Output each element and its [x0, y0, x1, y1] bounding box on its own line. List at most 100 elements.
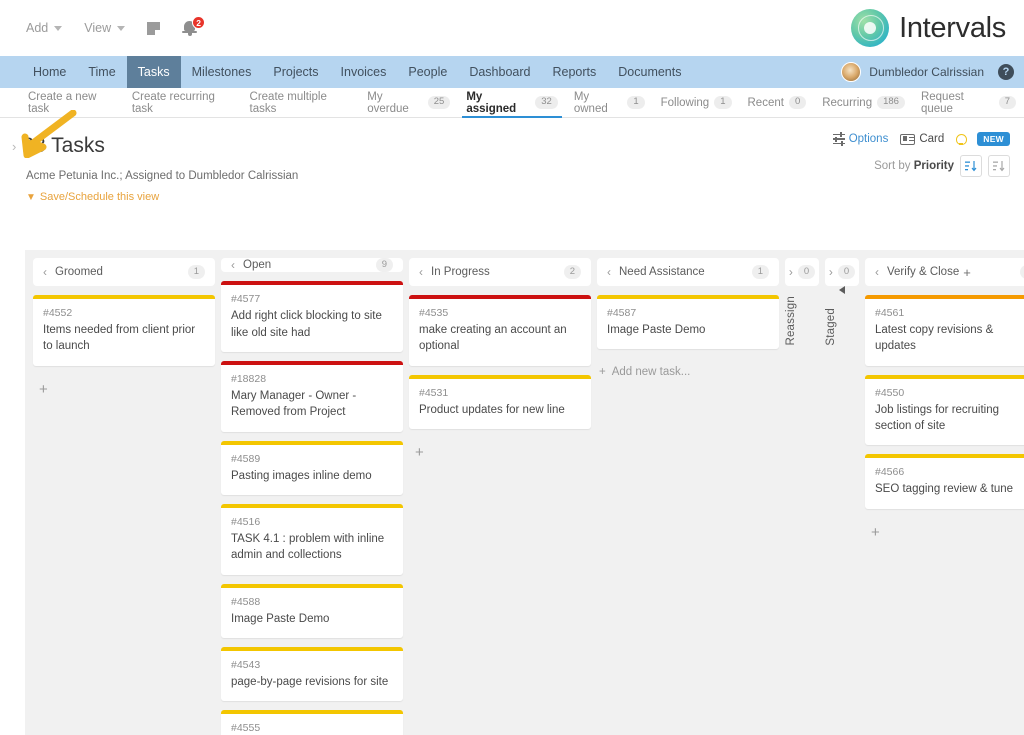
- task-title: Product updates for new line: [419, 403, 565, 416]
- task-card[interactable]: #4587 Image Paste Demo: [597, 295, 779, 350]
- expand-chevron-icon[interactable]: ›: [12, 139, 16, 154]
- save-schedule-view-link[interactable]: ▼ Save/Schedule this view: [26, 191, 1024, 203]
- column-header-reassign[interactable]: › 0: [785, 258, 819, 286]
- sort-ascending-button[interactable]: [960, 155, 982, 177]
- task-subnavigation: Create a new task Create recurring task …: [0, 88, 1024, 118]
- task-title: Job listings for recruiting section of s…: [875, 403, 999, 432]
- options-button[interactable]: Options: [832, 132, 888, 146]
- task-card[interactable]: #4555CB beta launch items: [221, 710, 403, 735]
- column-header-in-progress[interactable]: ‹ In Progress 2: [409, 258, 591, 286]
- nav-item-tasks[interactable]: Tasks: [126, 56, 181, 88]
- help-icon[interactable]: ?: [998, 64, 1014, 80]
- column-name: Verify & Close: [887, 266, 960, 278]
- notes-button[interactable]: [147, 21, 161, 35]
- avatar: [841, 62, 862, 82]
- nav-item-reports[interactable]: Reports: [541, 56, 607, 88]
- subnav-create-recurring-task[interactable]: Create recurring task: [124, 88, 242, 117]
- subnav-following[interactable]: Following 1: [653, 88, 740, 117]
- nav-item-milestones[interactable]: Milestones: [181, 56, 263, 88]
- chevron-left-icon[interactable]: ‹: [231, 258, 235, 272]
- app-logo[interactable]: Intervals: [851, 9, 1006, 47]
- subnav-recurring[interactable]: Recurring 186: [814, 88, 913, 117]
- task-card[interactable]: #4535 make creating an account an optiona…: [409, 295, 591, 366]
- column-header-need-assistance[interactable]: ‹ Need Assistance 1: [597, 258, 779, 286]
- subnav-count: 0: [788, 95, 807, 110]
- subnav-request-queue[interactable]: Request queue 7: [913, 88, 1024, 117]
- page-heading-section: › 23 Tasks Acme Petunia Inc.; Assigned t…: [0, 110, 1024, 203]
- column-header-open[interactable]: ‹ Open 9: [221, 258, 403, 273]
- subnav-recent[interactable]: Recent 0: [740, 88, 815, 117]
- lightbulb-icon[interactable]: [956, 133, 968, 145]
- subnav-count: 1: [714, 95, 732, 110]
- subnav-my-assigned[interactable]: My assigned 32: [458, 88, 566, 118]
- note-icon: [147, 21, 161, 35]
- task-card[interactable]: #18828 Mary Manager - Owner - Removed fro…: [221, 361, 403, 432]
- column-cards: #4552 Items needed from client prior to l…: [33, 286, 215, 398]
- task-card[interactable]: #4589 Pasting images inline demo: [221, 440, 403, 496]
- sort-descending-button[interactable]: [988, 155, 1010, 177]
- nav-item-time[interactable]: Time: [77, 56, 126, 88]
- nav-item-people[interactable]: People: [397, 56, 458, 88]
- add-column-icon[interactable]: +: [963, 265, 971, 280]
- board-column-reassign: › 0 Reassign: [785, 258, 819, 735]
- add-task-plus-button[interactable]: +: [865, 518, 1024, 541]
- new-badge: NEW: [977, 132, 1010, 146]
- task-card[interactable]: #4566 SEO tagging review & tune: [865, 454, 1024, 509]
- add-task-plus-button[interactable]: +: [33, 375, 215, 398]
- subnav-label: Create a new task: [28, 90, 97, 115]
- chevron-left-icon[interactable]: ‹: [875, 265, 879, 279]
- add-new-task-button[interactable]: + Add new task...: [597, 358, 779, 378]
- nav-item-projects[interactable]: Projects: [262, 56, 329, 88]
- subnav-count: 1: [627, 95, 645, 110]
- nav-item-documents[interactable]: Documents: [607, 56, 692, 88]
- user-menu[interactable]: Dumbledor Calrissian ?: [841, 56, 1014, 88]
- column-header-staged[interactable]: › 0: [825, 258, 859, 286]
- subnav-create-multiple-tasks[interactable]: Create multiple tasks: [242, 88, 360, 117]
- subnav-create-a-new-task[interactable]: Create a new task: [20, 88, 124, 117]
- column-header-groomed[interactable]: ‹ Groomed 1: [33, 258, 215, 286]
- collapsed-column-label: Reassign: [785, 296, 797, 346]
- subnav-label: My owned: [573, 90, 608, 115]
- task-card[interactable]: #4552 Items needed from client prior to l…: [33, 295, 215, 366]
- task-card[interactable]: #4516 TASK 4.1 : problem with inline admi…: [221, 504, 403, 575]
- chevron-left-icon[interactable]: ‹: [419, 265, 423, 279]
- chevron-right-icon[interactable]: ›: [789, 265, 793, 279]
- task-card[interactable]: #4577 Add right click blocking to site li…: [221, 281, 403, 353]
- save-schedule-view-label: Save/Schedule this view: [39, 191, 160, 203]
- card-view-button[interactable]: Card: [900, 133, 944, 145]
- column-name: Open: [243, 259, 272, 272]
- chevron-left-icon[interactable]: ‹: [43, 265, 47, 279]
- board-column-verify-close: ‹Verify & Close+3#4561Latest copy revisi…: [865, 258, 1024, 735]
- view-menu-button[interactable]: View: [84, 21, 126, 35]
- chevron-left-icon[interactable]: ‹: [607, 265, 611, 279]
- task-title: page-by-page revisions for site: [231, 676, 389, 689]
- chevron-right-icon[interactable]: ›: [829, 265, 833, 279]
- sliders-icon: [832, 132, 845, 146]
- task-card[interactable]: #4550 Job listings for recruiting section…: [865, 374, 1024, 446]
- subnav-my-owned[interactable]: My owned 1: [566, 88, 653, 117]
- nav-item-dashboard[interactable]: Dashboard: [458, 56, 541, 88]
- nav-item-invoices[interactable]: Invoices: [330, 56, 398, 88]
- nav-item-home[interactable]: Home: [22, 56, 77, 88]
- task-card[interactable]: #4543 page-by-page revisions for site: [221, 647, 403, 702]
- bell-icon[interactable]: 2: [182, 16, 206, 39]
- sort-by-label[interactable]: Sort by Priority: [874, 160, 954, 172]
- notifications-button[interactable]: 2: [182, 16, 206, 39]
- subnav-label: Request queue: [920, 90, 964, 115]
- column-cards: #4577 Add right click blocking to site li…: [221, 272, 403, 735]
- task-card[interactable]: #4531 Product updates for new line: [409, 374, 591, 429]
- task-card[interactable]: #4588 Image Paste Demo: [221, 583, 403, 639]
- column-header-verify-close[interactable]: ‹ Verify & Close+3: [865, 258, 1024, 286]
- view-options-bar: Options Card NEW Sort by Priority: [832, 132, 1010, 177]
- task-id: #4516: [231, 516, 261, 529]
- task-title: Latest copy revisions & updates: [875, 324, 994, 353]
- column-name: Groomed: [55, 266, 103, 278]
- add-menu-button[interactable]: Add: [26, 21, 63, 35]
- view-menu-label: View: [84, 21, 112, 35]
- page-title: 23 Tasks: [22, 134, 105, 157]
- board-column-groomed: ‹ Groomed 1 #4552 Items needed from client p…: [33, 258, 215, 735]
- card-view-icon: [900, 133, 916, 145]
- task-card[interactable]: #4561 Latest copy revisions & updates: [865, 295, 1024, 366]
- add-task-plus-button[interactable]: +: [409, 438, 591, 461]
- subnav-my-overdue[interactable]: My overdue 25: [359, 88, 458, 117]
